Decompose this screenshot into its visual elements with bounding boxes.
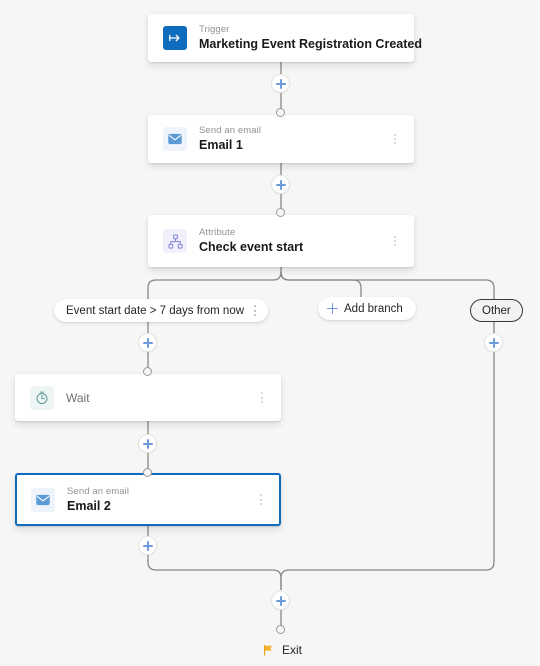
add-step-branch-left-button[interactable] xyxy=(138,333,157,352)
add-step-after-email-2-button[interactable] xyxy=(138,536,157,555)
add-branch-button[interactable]: Add branch xyxy=(318,297,416,320)
add-step-before-exit-button[interactable] xyxy=(271,591,290,610)
node-attribute-subtitle: Attribute xyxy=(199,227,236,238)
connector-lines xyxy=(147,62,495,626)
add-step-branch-other-button[interactable] xyxy=(484,333,503,352)
node-trigger-title: Marketing Event Registration Created xyxy=(199,37,422,51)
envelope-icon xyxy=(31,487,55,512)
node-trigger[interactable]: Trigger Marketing Event Registration Cre… xyxy=(148,14,422,62)
branch-other-pill[interactable]: Other xyxy=(470,299,523,322)
branch-condition-pill[interactable]: Event start date > 7 days from now xyxy=(54,299,269,322)
connector-anchor-wait xyxy=(143,367,152,376)
node-email-1-text: Send an email Email 1 xyxy=(199,125,386,153)
add-step-after-wait-button[interactable] xyxy=(138,434,157,453)
workflow-canvas[interactable]: Trigger Marketing Event Registration Cre… xyxy=(0,0,540,666)
connector-anchor-attribute xyxy=(276,208,285,217)
hierarchy-icon xyxy=(163,229,187,253)
node-wait-more-options-icon[interactable] xyxy=(253,387,271,409)
node-email-2-title: Email 2 xyxy=(67,498,111,513)
node-exit[interactable]: Exit xyxy=(262,643,302,657)
branch-condition-more-options-icon[interactable] xyxy=(246,302,264,320)
node-attribute-text: Attribute Check event start xyxy=(199,227,386,255)
add-step-after-email-1-button[interactable] xyxy=(271,175,290,194)
node-email-2-text: Send an email Email 2 xyxy=(67,486,252,514)
node-attribute[interactable]: Attribute Check event start xyxy=(148,215,414,267)
trigger-arrow-icon xyxy=(163,26,187,50)
node-wait-title: Wait xyxy=(66,390,90,405)
node-exit-label: Exit xyxy=(282,643,303,657)
clock-icon xyxy=(30,385,54,410)
flag-icon xyxy=(262,644,275,657)
connector-anchor-email2 xyxy=(143,468,152,477)
envelope-icon xyxy=(163,127,187,151)
branch-other-label: Other xyxy=(482,304,511,317)
node-attribute-title: Check event start xyxy=(199,240,304,254)
add-step-after-trigger-button[interactable] xyxy=(271,74,290,93)
connector-anchor-email1 xyxy=(276,108,285,117)
add-branch-label: Add branch xyxy=(344,302,403,315)
node-trigger-subtitle: Trigger xyxy=(199,24,230,35)
branch-condition-label: Event start date > 7 days from now xyxy=(66,304,245,317)
node-trigger-text: Trigger Marketing Event Registration Cre… xyxy=(199,24,422,52)
node-email-1[interactable]: Send an email Email 1 xyxy=(148,115,414,163)
connector-anchor-exit xyxy=(276,625,285,634)
node-email-2-more-options-icon[interactable] xyxy=(252,489,270,511)
node-email-2[interactable]: Send an email Email 2 xyxy=(15,473,281,526)
node-wait[interactable]: Wait xyxy=(15,374,281,421)
node-attribute-more-options-icon[interactable] xyxy=(386,230,404,252)
node-email-2-subtitle: Send an email xyxy=(67,485,130,497)
plus-icon xyxy=(327,303,338,314)
node-email-1-more-options-icon[interactable] xyxy=(386,128,404,150)
node-email-1-title: Email 1 xyxy=(199,138,243,152)
node-email-1-subtitle: Send an email xyxy=(199,125,262,136)
